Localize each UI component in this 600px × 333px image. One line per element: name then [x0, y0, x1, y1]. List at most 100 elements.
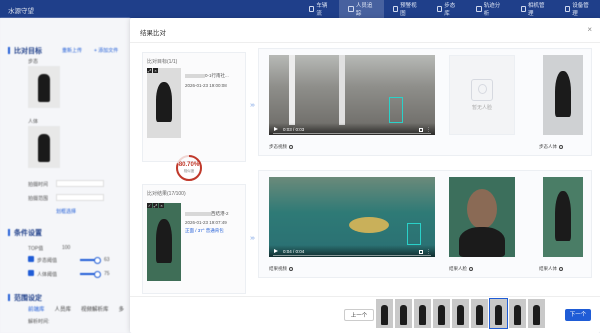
gait-target-thumbnail[interactable] [28, 66, 60, 108]
app-title: 水源守望 [8, 8, 34, 15]
top-bar: 水源守望 车辆流 人员追踪 预警视图 步态库 轨迹分析 相机管理 设备管理 [0, 0, 600, 18]
body-threshold-slider[interactable] [80, 271, 101, 278]
body-label-text: 结果人体 [539, 266, 557, 271]
close-icon[interactable]: × [153, 68, 158, 73]
next-button[interactable]: 下一个 [565, 309, 591, 321]
thumbnail-strip [376, 298, 545, 329]
result-row-gait: 0:03 / 0:03 ⋮ 步态视频 暂无人脸 步态人体 [258, 48, 592, 156]
result-compare-modal: 结果比对 × 比对目标(1/1) ⤢ × 0-1行南社... 2026-01-23… [130, 18, 600, 333]
gait-threshold-label: 步态阈值 [37, 258, 58, 264]
search-icon[interactable] [469, 267, 473, 271]
nav-item-vehicle[interactable]: 车辆流 [300, 0, 339, 18]
range-label: 拍摄范围 [28, 196, 49, 202]
scope-tab[interactable]: 多 [119, 305, 125, 313]
close-icon[interactable]: × [159, 203, 164, 208]
nav-item-gait[interactable]: 步态库 [428, 0, 467, 18]
result-person-image[interactable]: ✓ ⤢ × [147, 203, 181, 281]
gait-threshold-slider[interactable] [80, 257, 101, 264]
face-label: 结果人脸 [449, 266, 473, 272]
body-target-thumbnail[interactable] [28, 126, 60, 168]
region-select-button[interactable]: 划框选择 [56, 208, 76, 215]
nav-label: 设备管理 [572, 3, 589, 17]
body-label: 步态人体 [539, 144, 563, 150]
gait-video-player[interactable]: 0:03 / 0:03 ⋮ [269, 55, 435, 135]
nav-item-device[interactable]: 设备管理 [556, 0, 600, 18]
thumbnail[interactable] [414, 299, 431, 328]
thumbnail[interactable] [376, 299, 393, 328]
nav-label: 相机管理 [527, 3, 545, 17]
fullscreen-icon[interactable] [419, 128, 423, 132]
topk-label: TOP值 [28, 246, 44, 252]
body-threshold-checkbox[interactable] [28, 270, 34, 276]
thumbnail[interactable] [433, 299, 450, 328]
result-face-image[interactable] [449, 177, 515, 257]
person-figure [381, 305, 388, 325]
search-icon[interactable] [559, 267, 563, 271]
result-body-image[interactable] [543, 177, 583, 257]
video-progress[interactable] [273, 255, 431, 256]
time-input[interactable] [56, 180, 104, 187]
section-scope-title: 范围设定 [8, 294, 42, 302]
person-figure [555, 191, 571, 241]
play-icon[interactable] [274, 249, 278, 253]
add-file-button[interactable]: + 添加文件 [94, 47, 118, 54]
zoom-icon[interactable]: ⤢ [147, 68, 152, 73]
modal-title: 结果比对 [140, 30, 166, 37]
video-progress[interactable] [273, 133, 431, 134]
search-icon[interactable] [559, 145, 563, 149]
scope-tab[interactable]: 前端库 [28, 305, 45, 313]
person-figure [514, 305, 521, 325]
reupload-button[interactable]: 重新上传 [62, 47, 82, 54]
person-figure [419, 305, 426, 325]
nav-item-camera[interactable]: 相机管理 [512, 0, 556, 18]
similarity-ring-graphic [176, 155, 202, 181]
section-compare-title: 比对目标 [8, 47, 42, 55]
video-controls: 0:04 / 0:04 ⋮ [269, 245, 435, 257]
close-icon[interactable]: × [587, 25, 592, 34]
person-track-icon [348, 6, 354, 12]
no-face-text: 暂无人脸 [471, 105, 492, 112]
thumbnail[interactable] [395, 299, 412, 328]
prev-button[interactable]: 上一个 [344, 309, 374, 321]
target-timestamp: 2026-01-23 19:00:08 [185, 83, 227, 88]
fullscreen-icon[interactable] [419, 250, 423, 254]
video-label: 步态视频 [269, 144, 293, 150]
thumbnail[interactable] [471, 299, 488, 328]
thumbnail[interactable] [509, 299, 526, 328]
chevron-right-icon: ››› [250, 102, 255, 109]
parse-time-label: 解析时间: [28, 319, 50, 325]
thumbnail[interactable] [528, 299, 545, 328]
chevron-right-icon: ››› [250, 235, 255, 242]
result-video-player[interactable]: 0:04 / 0:04 ⋮ [269, 177, 435, 257]
more-icon[interactable]: ⋮ [426, 127, 431, 133]
body-threshold-value: 75 [104, 271, 110, 277]
gait-threshold-checkbox[interactable] [28, 256, 34, 262]
nav-item-person-track[interactable]: 人员追踪 [339, 0, 384, 18]
result-panel: 比对结果(17/100) ✓ ⤢ × 西结港-2 2026-01-23 19:07:… [142, 184, 246, 294]
car-icon [309, 6, 315, 12]
video-controls: 0:03 / 0:03 ⋮ [269, 123, 435, 135]
range-input[interactable] [56, 194, 104, 201]
search-icon[interactable] [289, 145, 293, 149]
person-figure [533, 305, 540, 325]
masked-text [185, 74, 205, 78]
check-icon[interactable]: ✓ [147, 203, 152, 208]
zoom-icon[interactable]: ⤢ [153, 203, 158, 208]
scope-tab[interactable]: 人员库 [55, 305, 72, 313]
target-person-image[interactable]: ⤢ × [147, 68, 181, 138]
gait-body-image[interactable] [543, 55, 583, 135]
face [467, 189, 497, 229]
masked-text [185, 212, 211, 216]
nav-item-alert[interactable]: 预警视图 [384, 0, 428, 18]
nav-item-trajectory[interactable]: 轨迹分析 [467, 0, 511, 18]
face-label-text: 结果人脸 [449, 266, 467, 271]
search-icon[interactable] [289, 267, 293, 271]
thumbnail[interactable] [452, 299, 469, 328]
result-row-match: 0:04 / 0:04 ⋮ 结果视频 结果人脸 结果人体 [258, 170, 592, 278]
play-icon[interactable] [274, 127, 278, 131]
video-time: 0:04 / 0:04 [283, 249, 305, 254]
more-icon[interactable]: ⋮ [426, 249, 431, 255]
thumbnail-selected[interactable] [489, 298, 508, 329]
scope-tab[interactable]: 视频解析库 [81, 305, 109, 313]
target-panel: 比对目标(1/1) ⤢ × 0-1行南社... 2026-01-23 19:00:… [142, 52, 246, 162]
